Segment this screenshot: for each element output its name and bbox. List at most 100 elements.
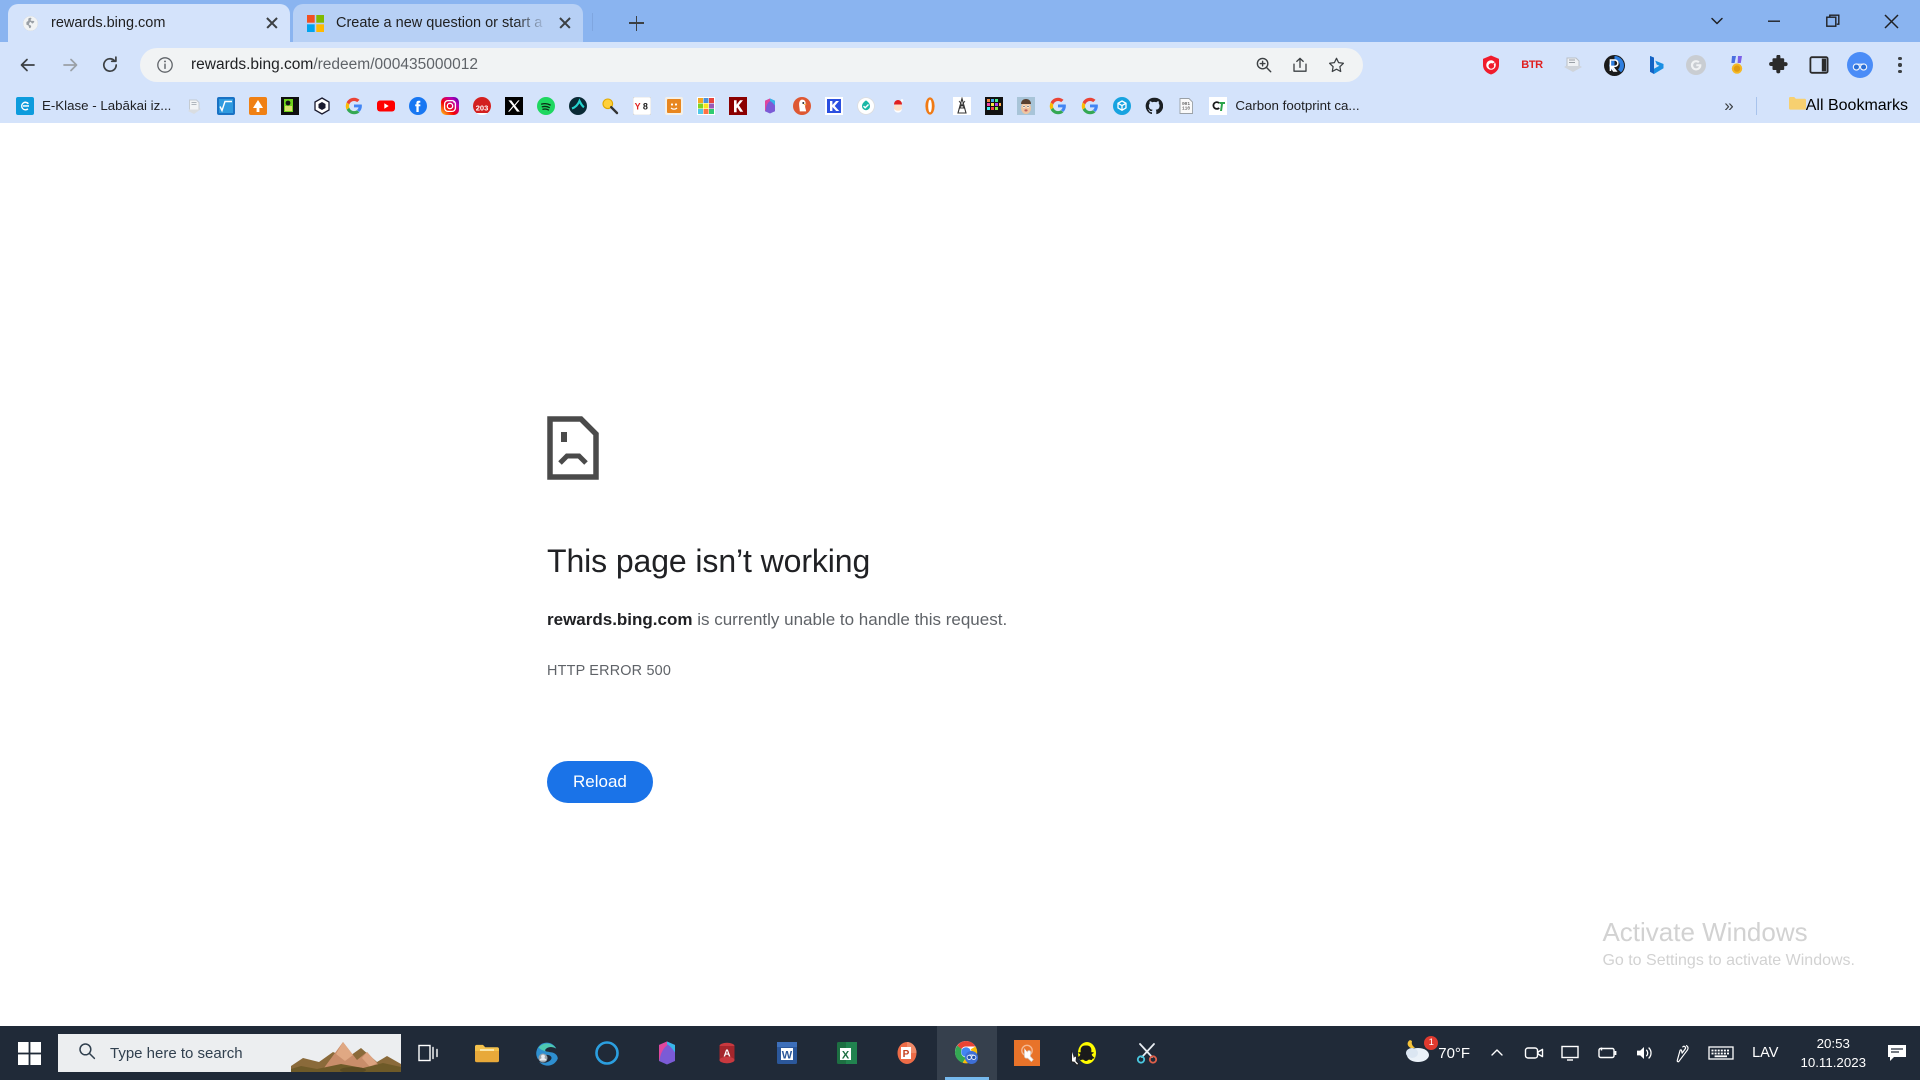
bookmark-teal-drop[interactable] [851,92,881,120]
title-bar: rewards.bing.com Create a new question o… [0,0,1920,42]
tab-create-question[interactable]: Create a new question or start a [293,4,583,42]
windows-start-icon[interactable] [0,1026,58,1080]
bookmark-label: Carbon footprint ca... [1235,98,1360,113]
language-indicator[interactable]: LAV [1742,1026,1788,1080]
back-button[interactable] [14,51,42,79]
btr-text-icon[interactable]: BTR [1517,50,1547,80]
grey-scanner-icon[interactable] [1558,50,1588,80]
battery-icon[interactable] [1588,1026,1626,1080]
r-circle-icon[interactable] [1599,50,1629,80]
keyboard-icon[interactable] [1700,1026,1742,1080]
bookmark-star-icon[interactable] [1321,50,1351,80]
taskbar-microsoft-excel[interactable]: X [817,1026,877,1080]
close-icon[interactable] [260,11,284,35]
bookmark-grey-file[interactable] [179,92,209,120]
bookmark-orange-pill[interactable] [915,92,945,120]
taskbar-microsoft-access[interactable]: A [697,1026,757,1080]
bookmark-duckduckgo[interactable] [787,92,817,120]
search-input[interactable]: Type here to search [58,1034,401,1072]
bookmark-teal-check[interactable] [563,92,593,120]
side-panel-icon[interactable] [1804,50,1834,80]
task-view-icon[interactable] [401,1026,457,1080]
watermark-subtitle: Go to Settings to activate Windows. [1602,952,1855,970]
bookmark-green-character[interactable] [275,92,305,120]
bookmark-tinkercad[interactable] [691,92,721,120]
taskbar-snip-and-sketch[interactable] [1117,1026,1177,1080]
bookmark-google-3[interactable] [1075,92,1105,120]
new-tab-button[interactable] [622,9,650,37]
bookmark-tower[interactable] [947,92,977,120]
bookmark-github[interactable] [1139,92,1169,120]
taskbar-snapchat[interactable] [1057,1026,1117,1080]
g-grey-icon[interactable] [1681,50,1711,80]
bookmark-santa[interactable] [883,92,913,120]
volume-icon[interactable] [1626,1026,1664,1080]
bookmark-photo-face[interactable] [1011,92,1041,120]
bookmark-y8[interactable]: Y8 [627,92,657,120]
address-bar[interactable]: rewards.bing.com/redeem/000435000012 [140,48,1363,82]
bing-b-icon[interactable] [1640,50,1670,80]
bookmark-google-2[interactable] [1043,92,1073,120]
bookmarks-overflow-button[interactable]: » [1716,92,1742,119]
taskbar-orange-cursor-app[interactable] [997,1026,1057,1080]
taskbar-microsoft-word[interactable]: W [757,1026,817,1080]
camera-icon[interactable] [1516,1026,1552,1080]
reload-button[interactable] [96,51,124,79]
bookmark-binary-page[interactable]: 001 110 [1171,92,1201,120]
taskbar-file-explorer[interactable] [457,1026,517,1080]
all-bookmarks-button[interactable]: All Bookmarks [1788,92,1908,119]
bookmark-kahoot[interactable] [723,92,753,120]
close-icon[interactable] [553,11,577,35]
share-icon[interactable] [1285,50,1315,80]
tab-rewards-bing[interactable]: rewards.bing.com [8,4,290,42]
bookmark-spotify[interactable] [531,92,561,120]
action-center-icon[interactable] [1878,1026,1916,1080]
profile-avatar-icon[interactable] [1845,50,1875,80]
svg-text:110: 110 [1182,105,1190,111]
bookmark-klase[interactable] [819,92,849,120]
bookmark-x-twitter[interactable] [499,92,529,120]
puzzle-extensions-icon[interactable] [1763,50,1793,80]
bookmark-203[interactable]: 203 [467,92,497,120]
reload-button[interactable]: Reload [547,761,653,803]
close-window-button[interactable] [1868,0,1914,42]
bookmark-magnifier-pencil[interactable] [595,92,625,120]
zoom-icon[interactable] [1249,50,1279,80]
weather-partly-cloudy-night-icon: 1 [1402,1035,1439,1069]
bookmark-facebook[interactable] [403,92,433,120]
taskbar-google-chrome[interactable] [937,1026,997,1080]
bookmark-math[interactable] [211,92,241,120]
bookmark-pixel-grid[interactable] [979,92,1009,120]
taskbar-microsoft-powerpoint[interactable]: P [877,1026,937,1080]
pen-icon[interactable] [1664,1026,1700,1080]
bookmark-youtube[interactable] [371,92,401,120]
bookmark-carbon-footprint[interactable]: Carbon footprint ca... [1203,92,1365,120]
taskbar-office-365[interactable] [637,1026,697,1080]
bookmark-hexagon[interactable] [307,92,337,120]
weather-widget[interactable]: 1 70°F [1394,1026,1478,1080]
info-icon[interactable] [156,56,174,74]
tab-search-button[interactable] [1694,0,1740,42]
taskbar-cortana[interactable] [577,1026,637,1080]
bookmark-orange-book[interactable] [659,92,689,120]
spotify-icon [537,96,556,115]
maximize-button[interactable] [1810,0,1856,42]
clock[interactable]: 20:53 10.11.2023 [1788,1026,1878,1080]
google-icon-3 [1081,97,1099,115]
show-hidden-icons-chevron[interactable] [1478,1026,1516,1080]
display-icon[interactable] [1552,1026,1588,1080]
bookmark-instagram[interactable] [435,92,465,120]
bookmark-office365[interactable] [755,92,785,120]
bookmark-eklase[interactable]: E-Klase - Labākai iz... [10,92,177,120]
bookmark-blue-box[interactable] [1107,92,1137,120]
medal-icon[interactable] [1722,50,1752,80]
folder-icon [1788,95,1806,116]
opera-gx-shield-icon[interactable] [1476,50,1506,80]
taskbar-microsoft-edge[interactable] [517,1026,577,1080]
bookmark-orange-tree[interactable] [243,92,273,120]
forward-button[interactable] [56,51,84,79]
all-bookmarks-label: All Bookmarks [1805,96,1908,114]
bookmark-google[interactable] [339,92,369,120]
minimize-button[interactable] [1751,0,1797,42]
three-dot-menu-icon[interactable] [1886,50,1914,80]
